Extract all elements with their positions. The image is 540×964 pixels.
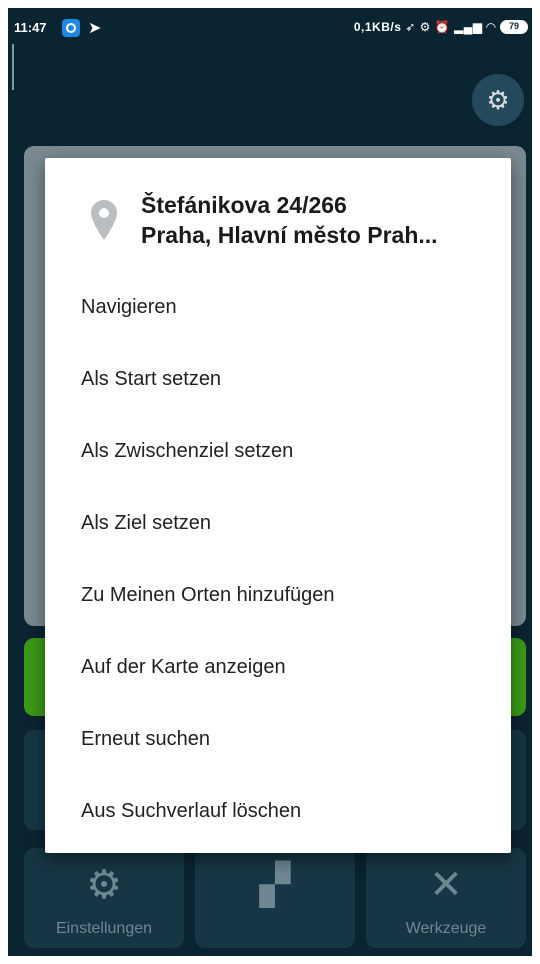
search-cursor [12, 44, 14, 90]
menu-item-set-start[interactable]: Als Start setzen [45, 344, 511, 416]
tile-tools-label: Werkzeuge [405, 920, 487, 937]
network-speed: 0,1KB/s [353, 20, 402, 34]
address-line-1: Štefánikova 24/266 [141, 192, 347, 218]
gear-icon: ⚙ [86, 863, 122, 907]
menu-item-set-waypoint[interactable]: Als Zwischenziel setzen [45, 416, 511, 488]
dialog-header: Štefánikova 24/266 Praha, Hlavní město P… [45, 158, 511, 268]
phone-screen: 11:47 ➤ 0,1KB/s ➶ ⚙ ⏰ ▂▄▆ ◠ 79 ⚙ ⚙ Einst… [8, 8, 532, 956]
menu-item-label: Aus Suchverlauf löschen [81, 800, 302, 822]
menu-item-label: Erneut suchen [81, 728, 210, 750]
tile-tools: ✕ Werkzeuge [366, 848, 526, 948]
status-time: 11:47 [14, 20, 47, 35]
menu-item-delete-from-history[interactable]: Aus Suchverlauf löschen [45, 776, 511, 848]
menu-item-show-on-map[interactable]: Auf der Karte anzeigen [45, 632, 511, 704]
settings-gear-icon[interactable]: ⚙ [472, 74, 524, 126]
tile-map: ▞ [195, 848, 355, 948]
address-line-2: Praha, Hlavní město Prah... [141, 222, 438, 248]
navigation-notification-icon: ➤ [88, 20, 102, 37]
status-bar: 11:47 ➤ 0,1KB/s ➶ ⚙ ⏰ ▂▄▆ ◠ 79 [8, 8, 532, 48]
menu-item-label: Auf der Karte anzeigen [81, 656, 286, 678]
battery-icon: 79 [500, 20, 528, 34]
menu-item-navigate[interactable]: Navigieren [45, 272, 511, 344]
location-pin-icon [91, 200, 117, 240]
location-context-dialog: Štefánikova 24/266 Praha, Hlavní město P… [45, 158, 511, 853]
menu-item-label: Als Start setzen [81, 368, 222, 390]
tile-settings: ⚙ Einstellungen [24, 848, 184, 948]
menu-item-label: Zu Meinen Orten hinzufügen [81, 584, 335, 606]
status-indicators: 0,1KB/s ➶ ⚙ ⏰ ▂▄▆ ◠ [354, 20, 496, 34]
tile-settings-label: Einstellungen [55, 920, 153, 937]
map-icon: ▞ [259, 863, 291, 907]
app-notification-icon [62, 19, 80, 37]
status-icons: ➶ ⚙ ⏰ ▂▄▆ ◠ [405, 20, 496, 34]
menu-item-set-destination[interactable]: Als Ziel setzen [45, 488, 511, 560]
menu-item-label: Als Ziel setzen [81, 512, 212, 534]
menu-item-add-to-my-places[interactable]: Zu Meinen Orten hinzufügen [45, 560, 511, 632]
menu-item-search-again[interactable]: Erneut suchen [45, 704, 511, 776]
tools-icon: ✕ [429, 863, 463, 907]
menu-item-label: Navigieren [81, 296, 177, 318]
menu-item-label: Als Zwischenziel setzen [81, 440, 294, 462]
